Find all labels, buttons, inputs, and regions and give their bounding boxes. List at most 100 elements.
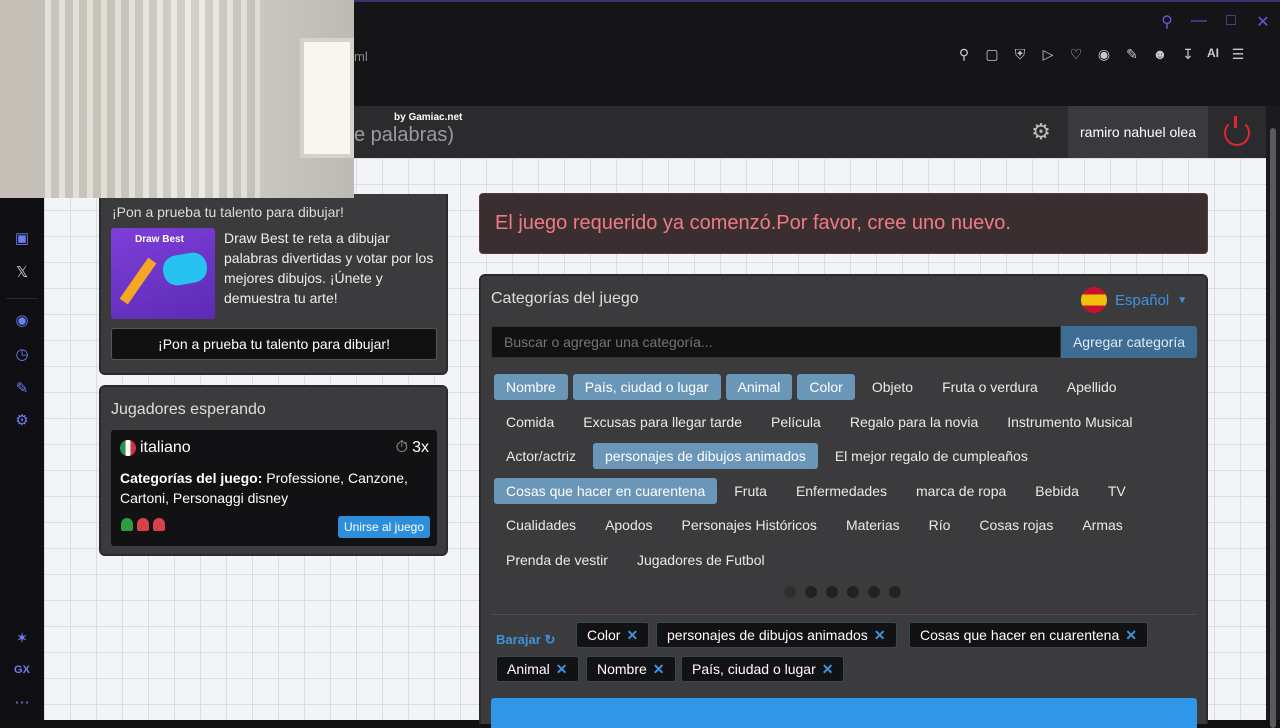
gear-icon[interactable]: ⚙ <box>1029 120 1053 144</box>
ad-cta-button[interactable]: ¡Pon a prueba tu talento para dibujar! <box>111 328 437 360</box>
language-dropdown[interactable]: Español ▼ <box>1081 287 1187 313</box>
category-chip[interactable]: Nombre <box>494 374 568 401</box>
settings-icon[interactable]: ⚙ <box>10 408 34 432</box>
search-icon[interactable]: ⚲ <box>1158 12 1176 32</box>
category-chip[interactable]: Prenda de vestir <box>494 547 620 573</box>
more-icon[interactable]: ⋯ <box>10 690 34 714</box>
scrollbar-thumb[interactable] <box>1270 128 1276 728</box>
category-chip[interactable]: Fruta <box>722 478 779 504</box>
messenger-icon[interactable]: ◉ <box>10 308 34 332</box>
category-chip[interactable]: Jugadores de Futbol <box>625 547 777 573</box>
selected-tag: Color ✕ <box>576 622 650 648</box>
download-icon[interactable]: ↧ <box>1179 46 1197 63</box>
category-chip[interactable]: personajes de dibujos animados <box>593 443 818 470</box>
category-chip[interactable]: marca de ropa <box>904 478 1018 504</box>
play-icon[interactable]: ▷ <box>1039 46 1057 63</box>
waiting-players-panel: Jugadores esperando italiano ⏱ 3x Categor… <box>99 385 448 556</box>
extension-avatar-icon[interactable]: ◉ <box>1095 46 1113 63</box>
category-chip[interactable]: Película <box>759 409 833 435</box>
add-category-button[interactable]: Agregar categoría <box>1061 326 1197 358</box>
menu-icon[interactable]: ☰ <box>1229 46 1247 63</box>
heart-icon[interactable]: ♡ <box>1067 46 1085 63</box>
remove-tag-icon[interactable]: ✕ <box>1125 627 1137 643</box>
category-chip[interactable]: Armas <box>1070 512 1134 538</box>
ai-button[interactable]: AI <box>1207 46 1219 63</box>
selected-tag-label: País, ciudad o lugar <box>692 661 816 677</box>
minimize-icon[interactable]: — <box>1190 12 1208 32</box>
x-icon[interactable]: 𝕏 <box>10 260 34 284</box>
twitch-icon[interactable]: ▣ <box>10 226 34 250</box>
remove-tag-icon[interactable]: ✕ <box>874 627 886 643</box>
remove-tag-icon[interactable]: ✕ <box>653 661 665 677</box>
pagination-dot[interactable] <box>847 586 859 598</box>
username-label[interactable]: ramiro nahuel olea <box>1068 106 1208 158</box>
category-chip[interactable]: Cualidades <box>494 512 588 538</box>
room-language: italiano <box>140 439 191 456</box>
category-chip[interactable]: Color <box>797 374 855 401</box>
wall-graphic <box>0 0 45 198</box>
category-chip[interactable]: Apodos <box>593 512 664 538</box>
category-chip[interactable]: Río <box>917 512 963 538</box>
history-icon[interactable]: ◷ <box>10 342 34 366</box>
chevron-down-icon: ▼ <box>1177 294 1188 306</box>
gx-icon[interactable]: GX <box>10 658 34 682</box>
category-chip[interactable]: El mejor regalo de cumpleaños <box>823 443 1040 469</box>
category-chip[interactable]: Objeto <box>860 374 925 400</box>
category-chip[interactable]: Apellido <box>1055 374 1129 400</box>
selected-tag-label: personajes de dibujos animados <box>667 627 868 643</box>
category-chip[interactable]: Animal <box>725 374 793 401</box>
category-chip[interactable]: Personajes Históricos <box>670 512 829 538</box>
category-chip[interactable]: Materias <box>834 512 912 538</box>
remove-tag-icon[interactable]: ✕ <box>556 661 568 677</box>
start-game-button[interactable] <box>491 698 1197 728</box>
shield-icon[interactable]: ⛨ <box>1011 46 1029 63</box>
mods-icon[interactable]: ✶ <box>10 626 34 650</box>
extensions-icon[interactable]: ✎ <box>10 376 34 400</box>
page-scrollbar[interactable] <box>1266 106 1280 728</box>
chip-row: Prenda de vestir Jugadores de Futbol <box>494 543 1194 578</box>
user-icon[interactable]: ☻ <box>1151 46 1169 63</box>
join-game-button[interactable]: Unirse al juego <box>338 516 430 538</box>
shuffle-button[interactable]: Barajar ↻ <box>496 632 555 648</box>
category-chip[interactable]: Fruta o verdura <box>930 374 1050 400</box>
pagination-dot[interactable] <box>868 586 880 598</box>
puzzle-icon[interactable]: ✎ <box>1123 46 1141 63</box>
multiplier-value: 3x <box>412 439 429 456</box>
selected-tag-label: Nombre <box>597 661 647 677</box>
close-icon[interactable]: ✕ <box>1254 12 1272 32</box>
category-chip[interactable]: Actor/actriz <box>494 443 588 469</box>
language-label: Español <box>1115 291 1170 309</box>
category-chip[interactable]: País, ciudad o lugar <box>572 374 721 401</box>
remove-tag-icon[interactable]: ✕ <box>822 661 834 677</box>
snapshot-icon[interactable]: ▢ <box>983 46 1001 63</box>
category-chip[interactable]: Cosas rojas <box>967 512 1065 538</box>
pagination-dot[interactable] <box>784 586 796 598</box>
player-icon <box>121 518 133 531</box>
draw-best-image[interactable]: Draw Best <box>111 228 215 319</box>
pagination-dot[interactable] <box>826 586 838 598</box>
selected-tag-label: Animal <box>507 661 550 677</box>
pagination-dot[interactable] <box>889 586 901 598</box>
remove-tag-icon[interactable]: ✕ <box>626 627 638 643</box>
spain-flag-icon <box>1081 287 1107 313</box>
category-chip[interactable]: Regalo para la novia <box>838 409 990 435</box>
pagination-dot[interactable] <box>805 586 817 598</box>
browser-toolbar: ⚲ ▢ ⛨ ▷ ♡ ◉ ✎ ☻ ↧ AI ☰ <box>955 46 1247 63</box>
pin-icon[interactable]: ⚲ <box>955 46 973 63</box>
maximize-icon[interactable]: □ <box>1222 12 1240 32</box>
category-chip[interactable]: Bebida <box>1023 478 1091 504</box>
category-chip[interactable]: Instrumento Musical <box>995 409 1144 435</box>
category-chip[interactable]: Comida <box>494 409 566 435</box>
selected-tag: Nombre ✕ <box>586 656 676 682</box>
sidebar-separator <box>6 298 38 299</box>
pencil-graphic <box>119 257 157 305</box>
url-field[interactable]: ml <box>354 47 944 67</box>
power-icon[interactable] <box>1224 116 1250 146</box>
category-chip[interactable]: Enfermedades <box>784 478 899 504</box>
category-chip[interactable]: Cosas que hacer en cuarentena <box>494 477 718 504</box>
category-chip[interactable]: Excusas para llegar tarde <box>571 409 754 435</box>
category-chip[interactable]: TV <box>1096 478 1138 504</box>
category-search-input[interactable] <box>491 326 1061 358</box>
gamiac-badge[interactable]: by Gamiac.net <box>394 112 462 123</box>
shuffle-label: Barajar <box>496 632 541 647</box>
